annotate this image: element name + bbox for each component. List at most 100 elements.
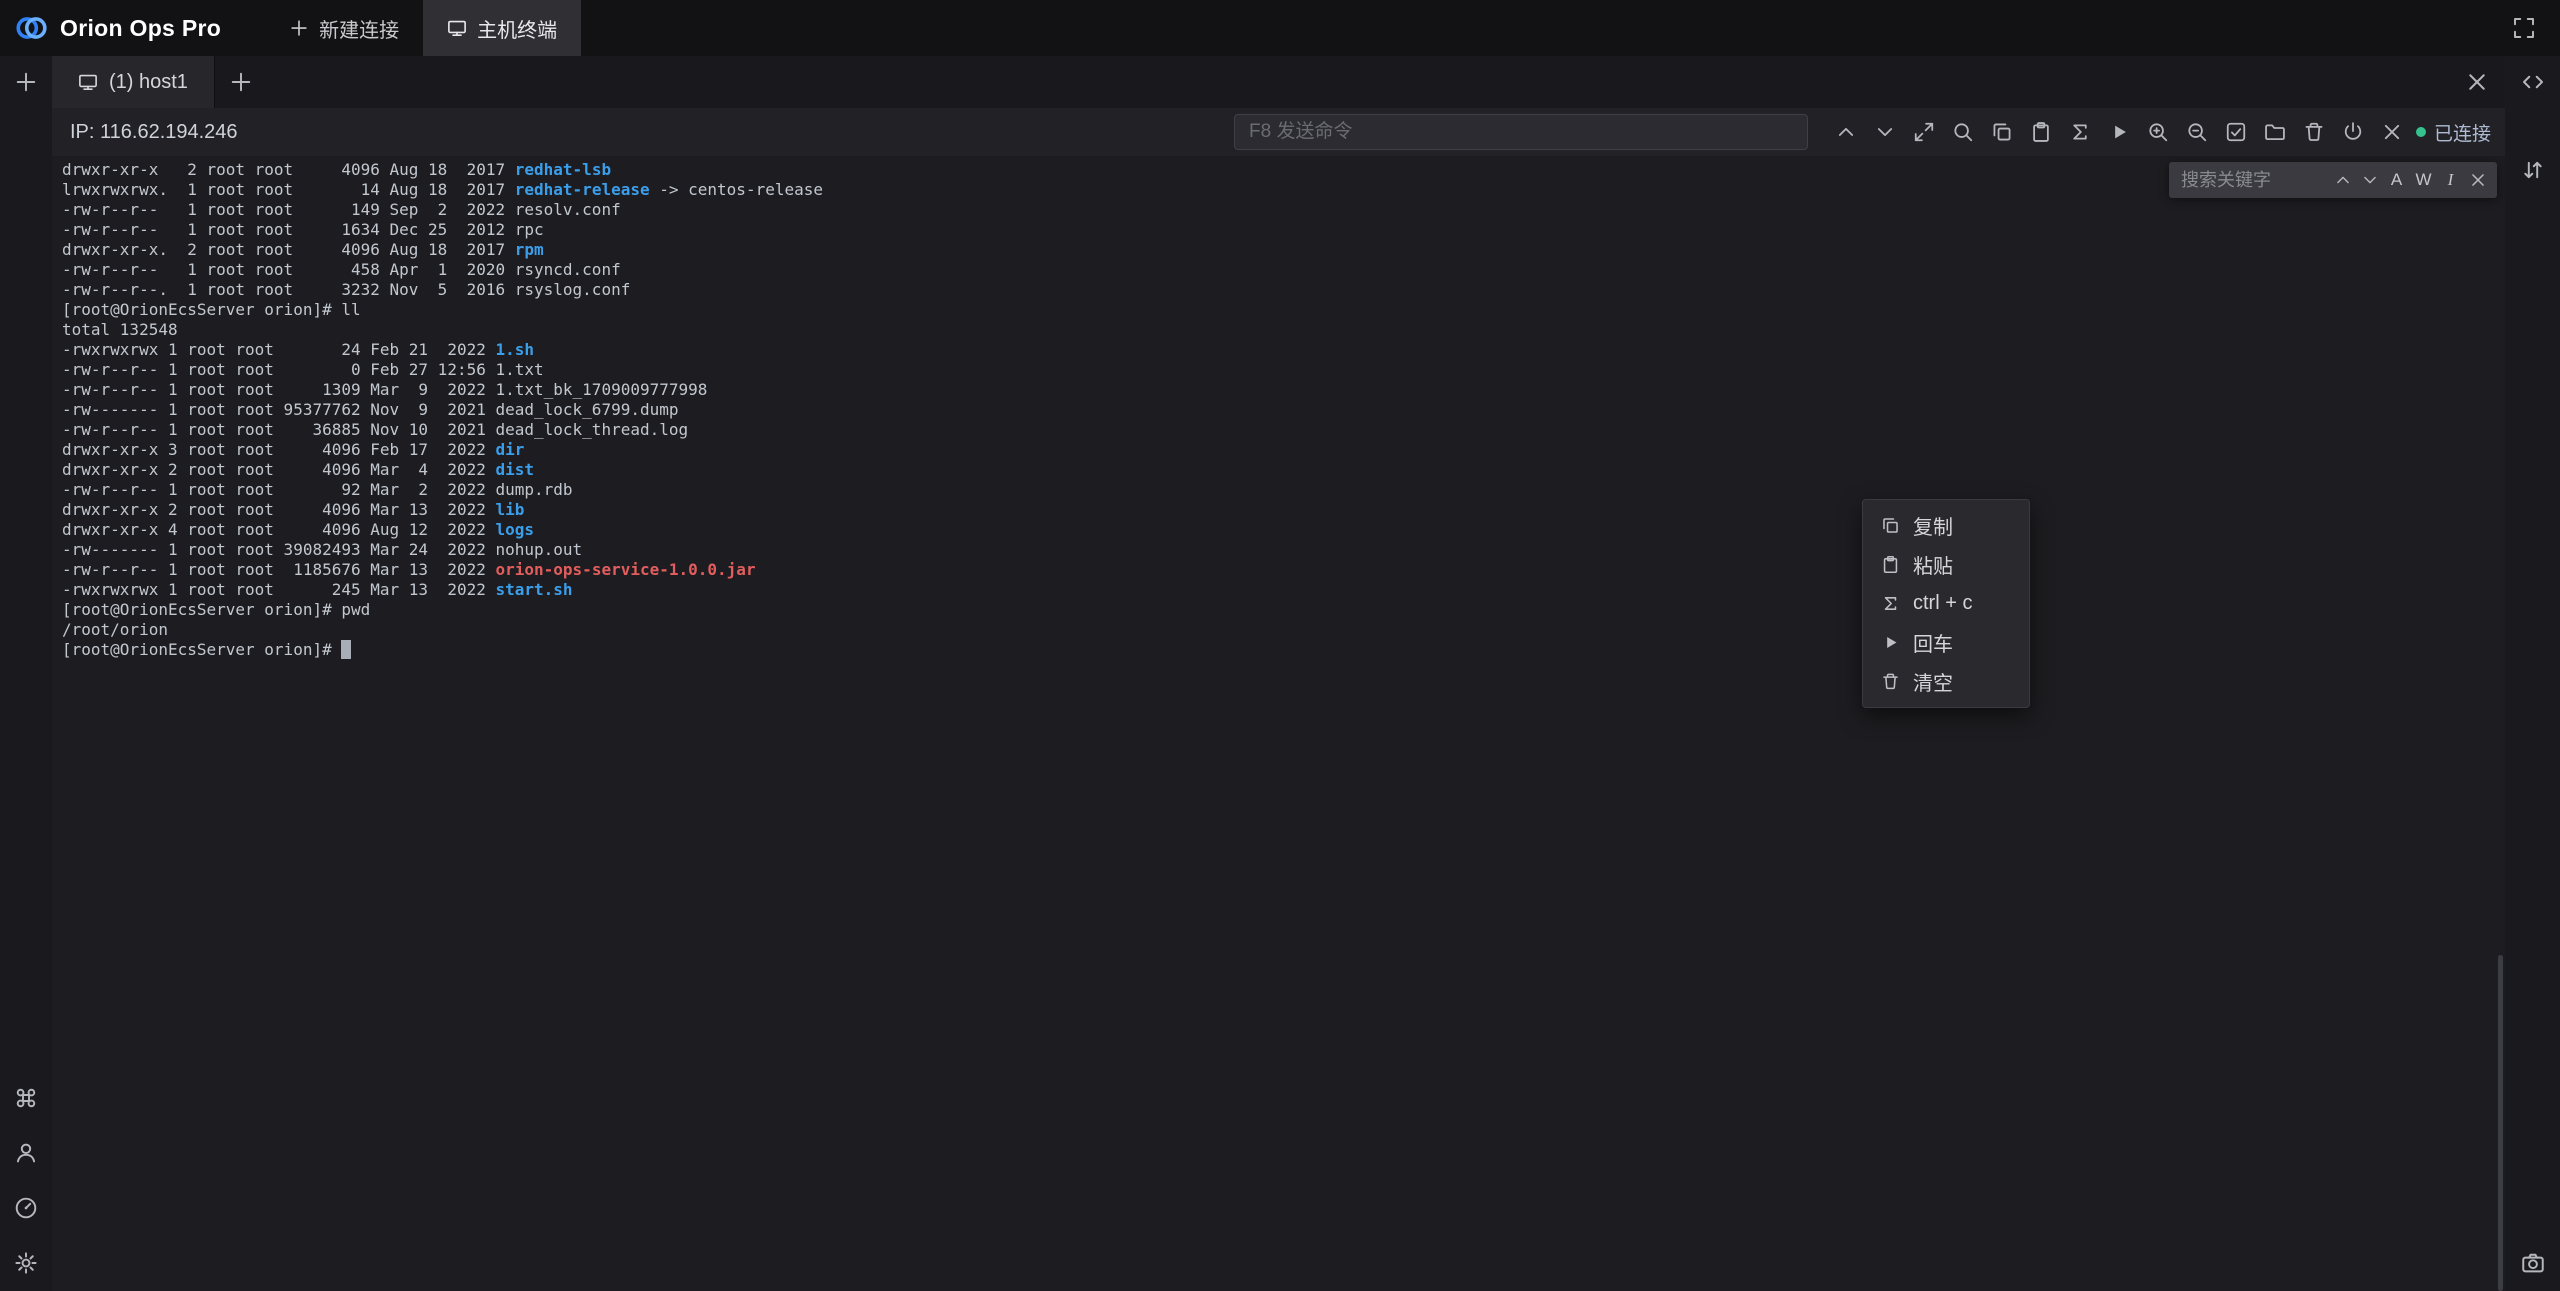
clear-screen-button[interactable] [2298, 116, 2329, 147]
shortcut-button[interactable] [8, 1080, 44, 1116]
terminal-line: [root@OrionEcsServer orion]# [62, 640, 2505, 660]
terminal-line: -rw-r--r-- 1 root root 1309 Mar 9 2022 1… [62, 380, 2505, 400]
terminal-line: total 132548 [62, 320, 2505, 340]
search-prev-button[interactable] [2329, 167, 2356, 194]
paste-button[interactable] [2025, 116, 2056, 147]
new-tab-button[interactable] [223, 64, 259, 100]
scroll-up-button[interactable] [1830, 116, 1861, 147]
terminal-line: -rw-r--r-- 1 root root 458 Apr 1 2020 rs… [62, 260, 2505, 280]
connected-label: 已连接 [2434, 119, 2491, 146]
terminal-icon [78, 72, 98, 92]
plus-icon [289, 18, 309, 38]
settings-button[interactable] [8, 1245, 44, 1281]
command-input[interactable] [1234, 114, 1808, 150]
nav-host-terminal-label: 主机终端 [477, 14, 557, 43]
search-input[interactable] [2181, 170, 2329, 191]
nav-host-terminal[interactable]: 主机终端 [423, 0, 581, 56]
terminal-line: -rw------- 1 root root 95377762 Nov 9 20… [62, 400, 2505, 420]
menu-item-label: 清空 [1913, 667, 1953, 696]
nav-new-connection[interactable]: 新建连接 [265, 0, 423, 56]
add-connection-button[interactable] [8, 64, 44, 100]
connection-status: 已连接 [2416, 108, 2491, 156]
search-button[interactable] [1947, 116, 1978, 147]
left-sidebar [0, 56, 52, 1291]
menu-copy[interactable]: 复制 [1863, 506, 2029, 545]
menu-item-label: 复制 [1913, 511, 1953, 540]
top-nav: 新建连接 主机终端 [265, 0, 581, 56]
copy-button[interactable] [1986, 116, 2017, 147]
terminal-line: drwxr-xr-x 2 root root 4096 Mar 4 2022 d… [62, 460, 2505, 480]
right-rail-top [2515, 56, 2551, 188]
terminal-tabbar: (1) host1 [52, 56, 2505, 108]
ctrl-c-button[interactable] [2064, 116, 2095, 147]
terminal-line: [root@OrionEcsServer orion]# pwd [62, 600, 2505, 620]
menu-ctrl-c[interactable]: ctrl + c [1863, 584, 2029, 623]
disconnect-button[interactable] [2337, 116, 2368, 147]
scroll-down-button[interactable] [1869, 116, 1900, 147]
app-title: Orion Ops Pro [60, 15, 221, 42]
terminal-line: -rw------- 1 root root 39082493 Mar 24 2… [62, 540, 2505, 560]
tabbar-spacer [259, 56, 2459, 108]
zoom-in-button[interactable] [2142, 116, 2173, 147]
right-sidebar [2505, 56, 2560, 1291]
terminal-line: -rwxrwxrwx 1 root root 245 Mar 13 2022 s… [62, 580, 2505, 600]
menu-enter[interactable]: 回车 [1863, 623, 2029, 662]
editor-button[interactable] [2515, 64, 2551, 100]
terminal-context-menu: 复制粘贴 ctrl + c 回车清空 [1862, 499, 2030, 708]
user-button[interactable] [8, 1135, 44, 1171]
nav-new-connection-label: 新建连接 [319, 14, 399, 43]
search-close-button[interactable] [2464, 167, 2491, 194]
left-rail-bottom [8, 1080, 44, 1291]
terminal-line: -rw-r--r-- 1 root root 1634 Dec 25 2012 … [62, 220, 2505, 240]
select-mode-button[interactable] [2220, 116, 2251, 147]
terminal-line: drwxr-xr-x 2 root root 4096 Mar 13 2022 … [62, 500, 2505, 520]
terminal-line: lrwxrwxrwx. 1 root root 14 Aug 18 2017 r… [62, 180, 2505, 200]
search-next-button[interactable] [2356, 167, 2383, 194]
tab-host1[interactable]: (1) host1 [52, 56, 215, 108]
search-buttons: AWI [2329, 167, 2491, 194]
terminal-icon [447, 18, 467, 38]
terminal-line: /root/orion [62, 620, 2505, 640]
menu-clear[interactable]: 清空 [1863, 662, 2029, 701]
terminal-line: -rwxrwxrwx 1 root root 24 Feb 21 2022 1.… [62, 340, 2505, 360]
terminal-output: drwxr-xr-x 2 root root 4096 Aug 18 2017 … [52, 156, 2505, 660]
terminal-screen[interactable]: drwxr-xr-x 2 root root 4096 Aug 18 2017 … [52, 156, 2505, 1291]
sftp-button[interactable] [2259, 116, 2290, 147]
connected-dot-icon [2416, 127, 2426, 137]
terminal-line: [root@OrionEcsServer orion]# ll [62, 300, 2505, 320]
close-all-tabs-button[interactable] [2459, 64, 2495, 100]
terminal-toolbar [1830, 116, 2407, 147]
terminal-scrollbar[interactable] [2498, 955, 2503, 1291]
terminal-line: -rw-r--r-- 1 root root 149 Sep 2 2022 re… [62, 200, 2505, 220]
paste-icon [1881, 555, 1900, 574]
terminal-line: -rw-r--r-- 1 root root 0 Feb 27 12:56 1.… [62, 360, 2505, 380]
whole-word-button[interactable]: W [2410, 167, 2437, 194]
host-ip-label: IP: 116.62.194.246 [70, 121, 238, 144]
terminal-line: drwxr-xr-x 4 root root 4096 Aug 12 2022 … [62, 520, 2505, 540]
app-logo-icon [14, 11, 48, 45]
trash-icon [1881, 672, 1900, 691]
close-terminal-button[interactable] [2376, 116, 2407, 147]
terminal-line: -rw-r--r-- 1 root root 36885 Nov 10 2021… [62, 420, 2505, 440]
menu-item-label: ctrl + c [1913, 592, 1972, 615]
terminal-line: drwxr-xr-x 3 root root 4096 Feb 17 2022 … [62, 440, 2505, 460]
open-window-button[interactable] [1908, 116, 1939, 147]
tab-label: (1) host1 [109, 71, 188, 94]
terminal-line: -rw-r--r-- 1 root root 1185676 Mar 13 20… [62, 560, 2505, 580]
terminal-line: drwxr-xr-x. 2 root root 4096 Aug 18 2017… [62, 240, 2505, 260]
zoom-out-button[interactable] [2181, 116, 2212, 147]
regex-button[interactable]: I [2437, 167, 2464, 194]
copy-icon [1881, 516, 1900, 535]
terminal-line: drwxr-xr-x 2 root root 4096 Aug 18 2017 … [62, 160, 2505, 180]
monitor-button[interactable] [8, 1190, 44, 1226]
enter-button[interactable] [2103, 116, 2134, 147]
sigma-icon [1881, 594, 1900, 613]
fullscreen-button[interactable] [2506, 10, 2542, 46]
app-root: Orion Ops Pro 新建连接 主机终端 (1) host1 [0, 0, 2560, 1291]
sort-button[interactable] [2515, 152, 2551, 188]
terminal-line: -rw-r--r--. 1 root root 3232 Nov 5 2016 … [62, 280, 2505, 300]
menu-paste[interactable]: 粘贴 [1863, 545, 2029, 584]
screenshot-button[interactable] [2515, 1245, 2551, 1281]
terminal-line: -rw-r--r-- 1 root root 92 Mar 2 2022 dum… [62, 480, 2505, 500]
match-case-button[interactable]: A [2383, 167, 2410, 194]
